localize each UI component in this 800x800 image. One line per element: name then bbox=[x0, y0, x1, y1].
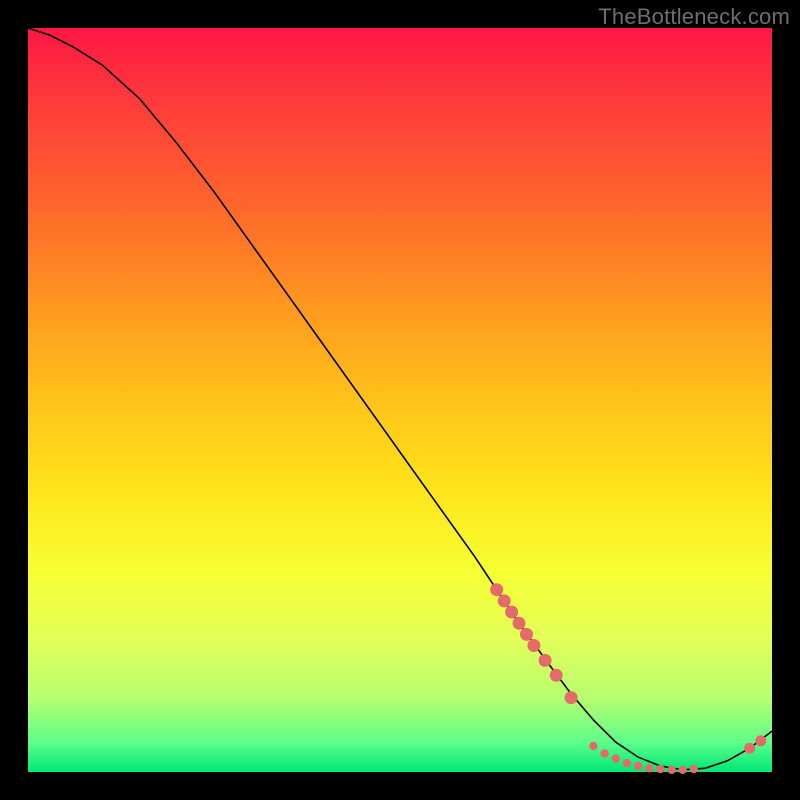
data-point bbox=[513, 617, 526, 630]
data-point bbox=[520, 628, 533, 641]
data-point bbox=[565, 691, 578, 704]
plot-svg bbox=[28, 28, 772, 772]
data-point bbox=[645, 764, 653, 772]
data-point bbox=[539, 654, 552, 667]
data-point bbox=[679, 766, 687, 774]
data-point bbox=[612, 754, 620, 762]
data-point bbox=[623, 759, 631, 767]
data-point bbox=[744, 743, 755, 754]
data-point bbox=[634, 762, 642, 770]
data-point bbox=[527, 639, 540, 652]
data-point bbox=[755, 735, 766, 746]
data-point bbox=[600, 749, 608, 757]
data-point bbox=[505, 606, 518, 619]
data-point bbox=[656, 765, 664, 773]
data-point bbox=[490, 583, 503, 596]
data-point bbox=[667, 766, 675, 774]
data-point bbox=[550, 669, 563, 682]
data-point bbox=[589, 742, 597, 750]
watermark-text: TheBottleneck.com bbox=[598, 4, 790, 30]
data-point bbox=[498, 594, 511, 607]
data-point bbox=[690, 765, 698, 773]
plot-area bbox=[28, 28, 772, 772]
chart-frame: TheBottleneck.com bbox=[0, 0, 800, 800]
bottleneck-curve bbox=[28, 28, 772, 770]
data-markers bbox=[490, 583, 766, 774]
